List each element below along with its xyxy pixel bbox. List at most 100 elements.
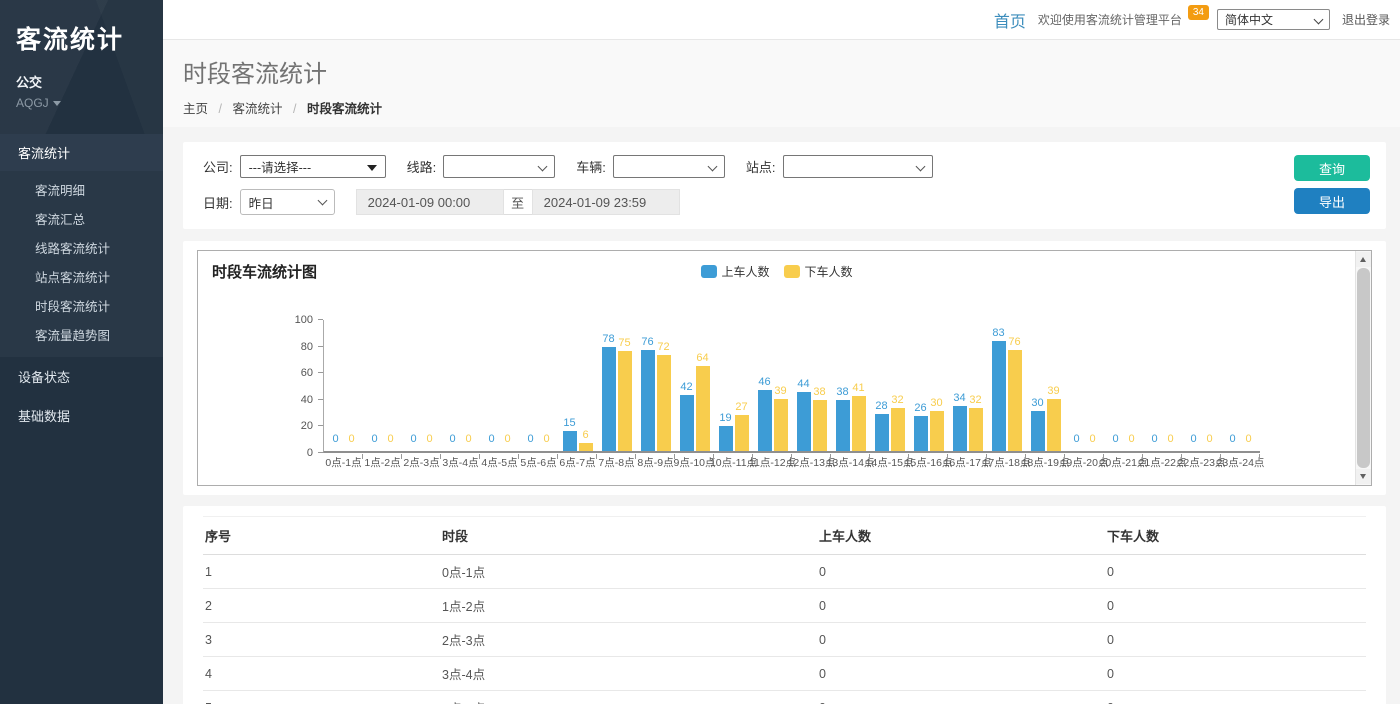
logout-link[interactable]: 退出登录 [1342,11,1390,28]
vehicle-label: 车辆: [576,157,606,176]
sidebar-submenu: 客流明细客流汇总线路客流统计站点客流统计时段客流统计客流量趋势图 [0,171,163,357]
chart-bar-group: 0022点-23点 [1182,318,1221,451]
table-header-cell: 上车人数 [817,517,1105,555]
sidebar-item-flow-summary[interactable]: 客流汇总 [0,204,163,233]
table-cell: 3 [203,623,440,657]
x-axis-label: 2点-3点 [403,455,439,470]
bar-value-label: 0 [527,433,533,445]
breadcrumb-home[interactable]: 主页 [183,102,208,116]
y-axis-tick: 60 [212,367,323,379]
scroll-down-button[interactable] [1356,469,1371,484]
bar-rect [1008,350,1022,451]
bar-boarding: 0 [524,433,538,451]
chart-bar-group: 005点-6点 [519,318,558,451]
sidebar-group-passenger-flow[interactable]: 客流统计 [0,134,163,171]
date-preset-select[interactable]: 昨日 [240,189,335,215]
date-end-input[interactable]: 2024-01-09 23:59 [532,189,680,215]
x-axis-label: 23点-24点 [1217,455,1265,470]
chart-bar-group: 002点-3点 [402,318,441,451]
scroll-up-button[interactable] [1356,252,1371,267]
content-area: 公司: ---请选择--- 线路: 车辆: [163,127,1400,704]
bar-value-label: 0 [1190,433,1196,445]
line-select[interactable] [443,155,555,178]
bar-rect [969,408,983,451]
vehicle-select[interactable] [613,155,725,178]
station-select[interactable] [783,155,933,178]
user-dropdown[interactable]: AQGJ [16,96,163,110]
chart-bar-group: 001点-2点 [363,318,402,451]
chart-bar-group: 0019点-20点 [1065,318,1104,451]
sidebar-item-station-flow[interactable]: 站点客流统计 [0,262,163,291]
bar-alighting: 0 [501,433,515,451]
x-axis-label: 1点-2点 [364,455,400,470]
sidebar-item-base-data[interactable]: 基础数据 [0,396,163,435]
bar-rect [836,400,850,451]
table-cell: 0 [1105,589,1366,623]
chart-bar-group: 78757点-8点 [597,318,636,451]
company-label: 公司: [203,157,233,176]
chart-header: 时段车流统计图 上车人数下车人数 [212,261,1341,287]
bar-rect [891,408,905,451]
bar-value-label: 46 [758,376,770,388]
bar-alighting: 76 [1008,336,1022,451]
y-axis-tick-label: 0 [307,447,313,459]
chart-bar-group: 003点-4点 [441,318,480,451]
page-title: 时段客流统计 [183,54,1400,89]
chart-vertical-scrollbar[interactable] [1355,251,1371,485]
bar-value-label: 0 [332,433,338,445]
bar-rect [813,400,827,451]
bar-rect [875,414,889,451]
sidebar-item-period-flow[interactable]: 时段客流统计 [0,291,163,320]
bar-value-label: 0 [1206,433,1212,445]
company-select[interactable]: ---请选择--- [240,155,386,178]
bar-rect [680,395,694,451]
bar-boarding: 0 [1226,433,1240,451]
scrollbar-thumb[interactable] [1357,268,1370,468]
bar-alighting: 30 [930,397,944,451]
chart-bar-group: 384113点-14点 [831,318,870,451]
bar-rect [953,406,967,451]
bar-rect [852,396,866,451]
bar-value-label: 0 [1229,433,1235,445]
language-select[interactable]: 简体中文 [1217,9,1330,30]
bar-rect [774,399,788,451]
table-cell: 0点-1点 [440,555,817,589]
date-start-input[interactable]: 2024-01-09 00:00 [356,189,504,215]
bar-value-label: 42 [680,381,692,393]
chart-box: 时段车流统计图 上车人数下车人数 020406080100 000点-1点001… [197,250,1372,486]
legend-alighting[interactable]: 下车人数 [784,263,853,280]
breadcrumb-section[interactable]: 客流统计 [232,102,282,116]
y-axis-tick: 100 [212,314,323,326]
bar-rect [602,347,616,451]
bar-value-label: 78 [602,333,614,345]
bar-value-label: 38 [813,386,825,398]
bar-boarding: 0 [485,433,499,451]
query-button[interactable]: 查询 [1294,155,1370,181]
bar-alighting: 39 [1047,385,1061,451]
sidebar-item-flow-trend[interactable]: 客流量趋势图 [0,320,163,349]
chart-panel: 时段车流统计图 上车人数下车人数 020406080100 000点-1点001… [183,241,1386,495]
filter-row-2: 日期: 昨日 2024-01-09 00:00 至 2024-01-09 23:… [203,189,1370,215]
export-button[interactable]: 导出 [1294,188,1370,214]
x-axis-label: 7点-8点 [598,455,634,470]
y-axis-tick: 20 [212,420,323,432]
sidebar-item-flow-detail[interactable]: 客流明细 [0,175,163,204]
x-axis-label: 8点-9点 [637,455,673,470]
bar-rect [1047,399,1061,451]
chart-bar-group: 463911点-12点 [753,318,792,451]
table-cell: 0 [817,589,1105,623]
table-row: 10点-1点00 [203,555,1366,589]
bar-value-label: 32 [969,394,981,406]
home-link[interactable]: 首页 [994,8,1026,32]
bar-value-label: 6 [582,429,588,441]
sidebar-item-device-status[interactable]: 设备状态 [0,357,163,396]
bar-boarding: 19 [719,412,733,451]
sidebar-item-line-flow[interactable]: 线路客流统计 [0,233,163,262]
bar-value-label: 26 [914,402,926,414]
x-axis-label: 4点-5点 [481,455,517,470]
bar-boarding: 0 [407,433,421,451]
legend-boarding[interactable]: 上车人数 [700,263,769,280]
y-axis-tick-label: 20 [301,420,313,432]
legend-swatch-icon [700,265,716,278]
breadcrumb: 主页 / 客流统计 / 时段客流统计 [183,98,1400,117]
